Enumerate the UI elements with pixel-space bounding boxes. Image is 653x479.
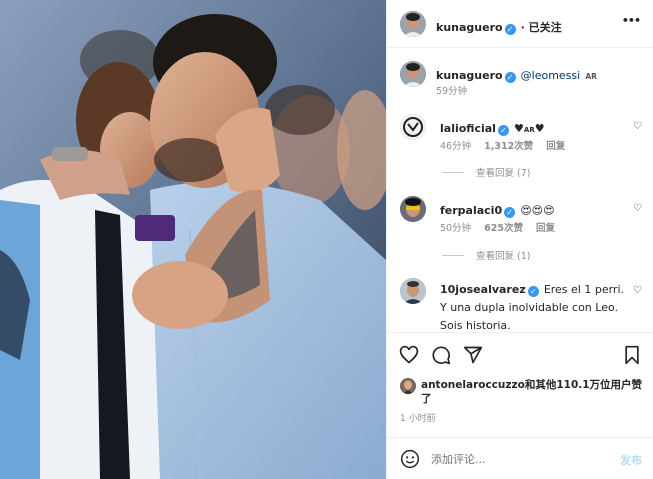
- bookmark-icon[interactable]: [622, 345, 642, 365]
- heart-icon[interactable]: [399, 345, 419, 365]
- post-sidebar: kunaguero ✓ · 已关注 ••• kunaguero ✓ @leomess…: [386, 0, 653, 479]
- view-replies-label: 查看回复 (1): [476, 251, 531, 262]
- view-replies[interactable]: 查看回复 (7): [442, 165, 530, 179]
- caption-flag: AR: [585, 72, 597, 81]
- caption-mention[interactable]: @leomessi: [521, 69, 581, 82]
- action-bar: [387, 332, 653, 376]
- comment-icon[interactable]: [431, 345, 451, 365]
- comment-line: lalioficial ✓ ♥AR♥: [440, 117, 545, 136]
- comment-avatar[interactable]: [400, 278, 426, 304]
- caption-username[interactable]: kunaguero: [436, 69, 503, 82]
- comment-avatar-image: [400, 196, 426, 222]
- header-user-line: kunaguero ✓ · 已关注: [436, 16, 562, 35]
- divider: [442, 254, 464, 256]
- divider: [442, 171, 464, 173]
- comment-time[interactable]: 50分钟: [440, 223, 471, 234]
- likes-summary: antonelaroccuzzo和其他110.1万位用户赞了: [421, 378, 643, 406]
- view-replies-label: 查看回复 (7): [476, 168, 531, 179]
- post-photo[interactable]: [0, 0, 386, 479]
- comment-text-suffix: ♥: [534, 122, 545, 135]
- comment-meta: 46分钟 1,312次赞 回复: [440, 138, 565, 152]
- likes-avatar[interactable]: [400, 378, 416, 394]
- comment-avatar[interactable]: [400, 196, 426, 222]
- verified-icon: ✓: [504, 207, 516, 218]
- comment-line: ferpalaci0 ✓ 😍😍😍: [440, 199, 555, 218]
- comment-reply-button[interactable]: 回复: [536, 223, 555, 234]
- comment-text-prefix: ♥: [514, 122, 524, 135]
- emoji-icon[interactable]: [400, 449, 420, 469]
- more-icon[interactable]: •••: [622, 14, 641, 27]
- add-comment-bar: 发布: [387, 437, 653, 479]
- comment-likes[interactable]: 1,312次赞: [484, 141, 533, 152]
- comment-avatar-image: [400, 278, 426, 304]
- likes-avatar-image: [400, 378, 416, 394]
- avatar-image: [400, 11, 426, 37]
- caption-avatar[interactable]: [400, 61, 426, 87]
- caption-avatar-image: [400, 61, 426, 87]
- likes-user[interactable]: antonelaroccuzzo: [421, 379, 525, 391]
- comment-text-flag: AR: [523, 126, 535, 134]
- comment-username[interactable]: lalioficial: [440, 122, 496, 135]
- comment-body: 10josealvarez ✓ Eres el 1 perri. Y una du…: [440, 280, 626, 334]
- comment-reply-button[interactable]: 回复: [546, 141, 565, 152]
- comment-input[interactable]: [431, 450, 591, 468]
- comment-username[interactable]: ferpalaci0: [440, 204, 502, 217]
- comment-time[interactable]: 46分钟: [440, 141, 471, 152]
- header-username[interactable]: kunaguero: [436, 21, 503, 34]
- comment-avatar-image: [400, 114, 426, 140]
- view-replies[interactable]: 查看回复 (1): [442, 248, 530, 262]
- caption-line: kunaguero ✓ @leomessi AR: [436, 64, 597, 83]
- heart-icon[interactable]: ♡: [633, 285, 642, 296]
- verified-icon: ✓: [497, 125, 509, 136]
- share-icon[interactable]: [463, 345, 483, 365]
- avatar[interactable]: [400, 11, 426, 37]
- heart-icon[interactable]: ♡: [633, 121, 642, 132]
- follow-state[interactable]: · 已关注: [521, 21, 562, 34]
- verified-icon: ✓: [504, 72, 516, 83]
- comment-avatar[interactable]: [400, 114, 426, 140]
- caption-time[interactable]: 59分钟: [436, 83, 467, 97]
- heart-icon[interactable]: ♡: [633, 203, 642, 214]
- verified-icon: ✓: [504, 24, 516, 35]
- comment-text: 😍😍😍: [520, 204, 555, 217]
- post-time[interactable]: 1 小时前: [400, 411, 436, 424]
- comment-meta: 50分钟 625次赞 回复: [440, 220, 555, 234]
- comment-likes[interactable]: 625次赞: [484, 223, 523, 234]
- verified-icon: ✓: [527, 286, 539, 297]
- post-header: kunaguero ✓ · 已关注 •••: [387, 0, 653, 48]
- comment-username[interactable]: 10josealvarez: [440, 283, 526, 296]
- post-comment-button[interactable]: 发布: [620, 452, 642, 468]
- photo-artwork: [0, 0, 386, 479]
